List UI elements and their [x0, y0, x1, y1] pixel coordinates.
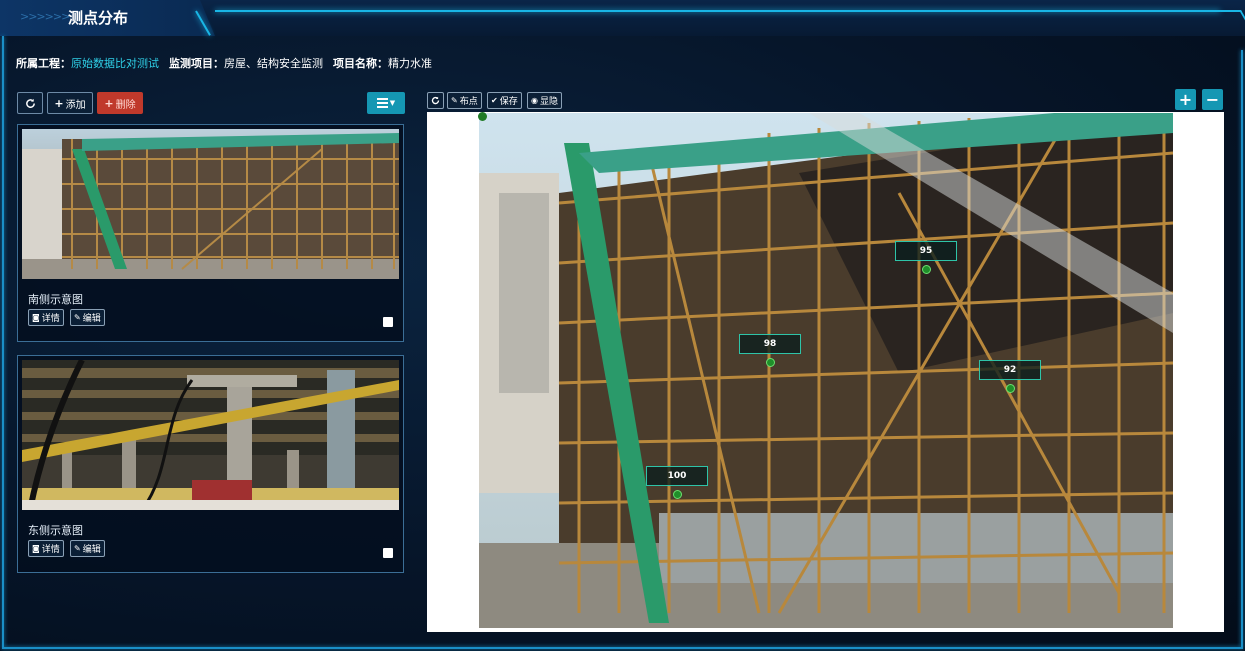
plus-icon: + — [54, 96, 64, 110]
layout-menu-button[interactable]: ▼ — [367, 92, 405, 114]
support-photo — [22, 360, 399, 510]
title-arrows-icon: >>>>>> — [20, 10, 70, 23]
card-photo-south[interactable] — [22, 129, 399, 279]
detail-button[interactable]: ◙ 详情 — [28, 540, 64, 557]
scaffold-photo — [22, 129, 399, 279]
image-card[interactable]: 南侧示意图 ◙ 详情 ✎ 编辑 — [17, 124, 404, 342]
pencil-icon: ✎ — [74, 313, 81, 322]
view-refresh-button[interactable] — [427, 92, 444, 109]
monitor-label: 监测项目： — [169, 57, 224, 70]
item-value: 精力水准 — [388, 57, 432, 70]
check-icon: ✔ — [491, 96, 498, 105]
title-divider — [215, 10, 1220, 12]
measure-point-95[interactable]: 95 — [895, 241, 957, 261]
select-checkbox[interactable] — [383, 317, 393, 327]
save-button[interactable]: ✔ 保存 — [487, 92, 522, 109]
frame-border-bottom — [2, 647, 1243, 649]
frame-border-left — [2, 36, 4, 648]
monitor-value: 房屋、结构安全监测 — [224, 57, 323, 70]
add-button-label: 添加 — [65, 99, 86, 111]
measure-point-98[interactable]: 98 — [739, 334, 801, 354]
refresh-icon — [25, 98, 35, 108]
toggle-visibility-label: 显隐 — [539, 97, 558, 107]
place-point-label: 布点 — [459, 97, 478, 107]
pencil-icon: ✎ — [451, 96, 458, 105]
measure-point-dot[interactable] — [673, 490, 682, 499]
card-caption: 南侧示意图 — [28, 293, 83, 306]
refresh-button[interactable] — [17, 92, 43, 114]
card-photo-east[interactable] — [22, 360, 399, 510]
camera-icon: ◙ — [32, 313, 40, 322]
edit-button[interactable]: ✎ 编辑 — [70, 309, 105, 326]
zoom-out-button[interactable]: − — [1202, 89, 1223, 110]
zoom-in-button[interactable]: + — [1175, 89, 1196, 110]
grid-icon — [376, 98, 388, 108]
origin-marker-dot[interactable] — [478, 112, 487, 121]
scaffold-main-photo — [479, 113, 1173, 628]
eye-icon: ◉ — [531, 96, 538, 105]
measure-point-dot[interactable] — [766, 358, 775, 367]
edit-button-label: 编辑 — [82, 545, 101, 555]
measure-point-dot[interactable] — [922, 265, 931, 274]
measure-point-92[interactable]: 92 — [979, 360, 1041, 380]
chevron-down-icon: ▼ — [389, 99, 396, 107]
detail-button[interactable]: ◙ 详情 — [28, 309, 64, 326]
frame-border-right — [1241, 50, 1243, 648]
delete-button-label: 删除 — [115, 99, 136, 111]
project-label: 所属工程： — [16, 57, 71, 70]
place-point-button[interactable]: ✎ 布点 — [447, 92, 482, 109]
add-button[interactable]: + 添加 — [47, 92, 93, 114]
delete-button[interactable]: + 删除 — [97, 92, 143, 114]
image-card[interactable]: 东侧示意图 ◙ 详情 ✎ 编辑 — [17, 355, 404, 573]
save-button-label: 保存 — [499, 97, 518, 107]
measure-point-100[interactable]: 100 — [646, 466, 708, 486]
edit-button[interactable]: ✎ 编辑 — [70, 540, 105, 557]
select-checkbox[interactable] — [383, 548, 393, 558]
project-value[interactable]: 原始数据比对测试 — [71, 57, 159, 70]
page-title: 测点分布 — [68, 9, 129, 27]
toggle-visibility-button[interactable]: ◉ 显隐 — [527, 92, 562, 109]
camera-icon: ◙ — [32, 544, 40, 553]
measure-point-dot[interactable] — [1006, 384, 1015, 393]
card-caption: 东侧示意图 — [28, 524, 83, 537]
pencil-icon: ✎ — [74, 544, 81, 553]
item-label: 项目名称： — [333, 57, 388, 70]
detail-button-label: 详情 — [41, 314, 60, 324]
project-info: 所属工程：原始数据比对测试 监测项目：房屋、结构安全监测 项目名称：精力水准 — [16, 55, 432, 71]
refresh-icon — [431, 96, 440, 105]
site-photo[interactable] — [479, 113, 1173, 628]
detail-button-label: 详情 — [41, 545, 60, 555]
plus-icon: + — [104, 96, 114, 110]
edit-button-label: 编辑 — [82, 314, 101, 324]
